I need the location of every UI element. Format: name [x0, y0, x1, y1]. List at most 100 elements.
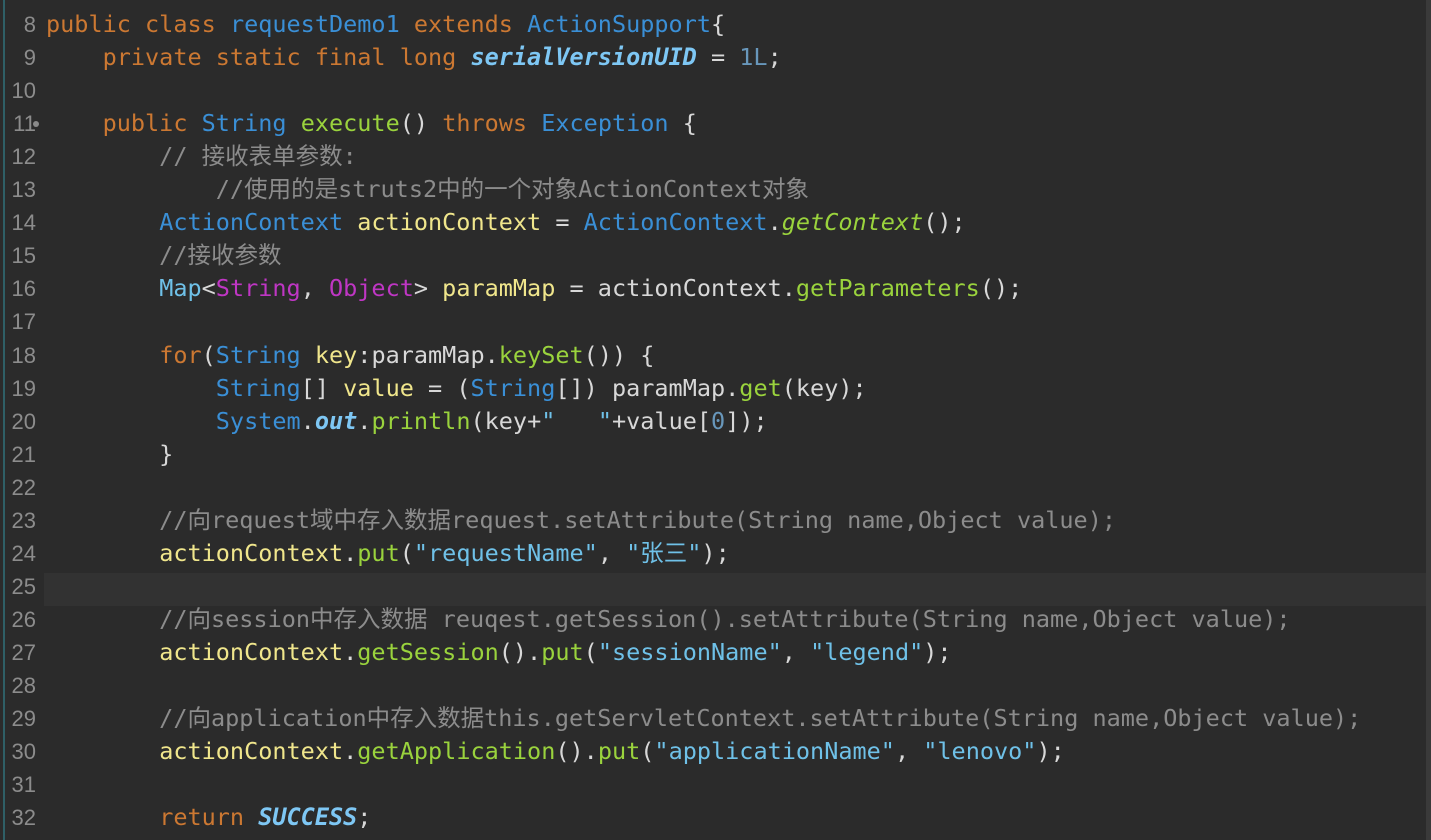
code-token: for — [159, 340, 202, 369]
code-text: Map<String, Object> paramMap = actionCon… — [46, 272, 1022, 305]
code-token: println — [371, 406, 471, 435]
code-token: Map — [159, 274, 202, 303]
line-number: 29 — [11, 706, 36, 732]
code-line[interactable]: 22 — [0, 471, 1431, 504]
code-token: . — [343, 737, 358, 766]
code-line[interactable]: 19 String[] value = (String[]) paramMap.… — [0, 372, 1431, 405]
line-number: 9 — [23, 45, 36, 71]
line-number: 22 — [11, 474, 36, 500]
code-line[interactable]: 29 //向application中存入数据this.getServletCon… — [0, 702, 1431, 735]
line-number: 31 — [11, 772, 36, 798]
code-token: String — [215, 373, 301, 402]
code-line[interactable]: 27 actionContext.getSession().put("sessi… — [0, 636, 1431, 669]
code-token: String — [215, 340, 315, 369]
code-line[interactable]: 17 — [0, 305, 1431, 338]
code-line[interactable]: 24 actionContext.put("requestName", "张三"… — [0, 537, 1431, 570]
code-token: " " — [541, 406, 612, 435]
code-token: public class — [46, 10, 230, 38]
line-number: 12 — [11, 144, 36, 170]
code-token: actionContext — [357, 208, 542, 237]
code-token: return — [159, 803, 259, 832]
code-token: getSession — [357, 637, 499, 666]
code-token: ); — [701, 538, 730, 567]
line-number: 23 — [11, 507, 36, 533]
code-token: put — [597, 737, 641, 766]
code-token: < — [201, 274, 216, 303]
line-number: 15 — [11, 243, 36, 269]
code-token: String — [201, 109, 301, 138]
code-line[interactable]: 8 public class requestDemo1 extends Actio… — [0, 8, 1431, 41]
code-line[interactable]: 10 — [0, 74, 1431, 107]
line-number: 16 — [11, 276, 36, 302]
code-token: key — [314, 340, 358, 369]
code-text: } — [46, 438, 173, 471]
code-token: = ( — [413, 373, 471, 402]
line-number: 26 — [11, 606, 36, 632]
code-token: ActionContext — [583, 208, 768, 237]
code-line[interactable]: 21 } — [0, 438, 1431, 471]
code-token: String — [215, 274, 301, 303]
code-text: //向session中存入数据 reuqest.getSession().set… — [46, 603, 1290, 636]
code-token: ()) { — [583, 340, 655, 369]
code-token: keySet — [498, 340, 584, 369]
code-line[interactable]: 26 //向session中存入数据 reuqest.getSession().… — [0, 603, 1431, 636]
code-token: , — [781, 637, 811, 666]
code-text: // 接收表单参数: — [46, 140, 357, 173]
code-line[interactable]: 16 Map<String, Object> paramMap = action… — [0, 272, 1431, 305]
code-line[interactable]: 20 System.out.println(key+" "+value[0]); — [0, 405, 1431, 438]
code-token: out — [314, 406, 358, 435]
code-line[interactable]: 12 // 接收表单参数: — [0, 140, 1431, 173]
code-line[interactable]: 13 //使用的是struts2中的一个对象ActionContext对象 — [0, 173, 1431, 206]
code-token: (). — [555, 737, 598, 766]
code-token: ); — [923, 637, 952, 666]
code-line[interactable]: 25 — [0, 570, 1431, 603]
code-token: ActionContext — [159, 208, 358, 237]
line-number: 20 — [11, 408, 36, 434]
code-token: } — [46, 439, 174, 468]
code-line[interactable]: 31 — [0, 768, 1431, 801]
code-token: :paramMap. — [357, 340, 499, 369]
code-token: []) paramMap. — [555, 373, 740, 402]
code-token: extends — [413, 10, 528, 38]
code-line[interactable]: 9 private static final long serialVersio… — [0, 41, 1431, 74]
code-token: 0 — [711, 406, 726, 435]
code-text: return SUCCESS; — [46, 801, 371, 834]
code-editor[interactable]: 8 public class requestDemo1 extends Actio… — [0, 0, 1431, 840]
code-token: "legend" — [810, 637, 924, 666]
code-text: //使用的是struts2中的一个对象ActionContext对象 — [46, 173, 809, 206]
code-token: (); — [923, 208, 966, 237]
line-number: 32 — [11, 805, 36, 831]
code-token: SUCCESS — [258, 803, 358, 832]
code-token: //接收参数 — [46, 241, 282, 270]
code-line[interactable]: 23 //向request域中存入数据request.setAttribute(… — [0, 504, 1431, 537]
code-text: System.out.println(key+" "+value[0]); — [46, 405, 768, 438]
code-text: //向application中存入数据this.getServletContex… — [46, 702, 1361, 735]
code-token: getParameters — [795, 274, 980, 303]
code-token: paramMap — [442, 274, 556, 303]
code-token: ( — [640, 737, 655, 766]
line-number: 14 — [11, 210, 36, 236]
code-line[interactable]: 30 actionContext.getApplication().put("a… — [0, 735, 1431, 768]
code-line[interactable]: 28 — [0, 669, 1431, 702]
code-token: . — [343, 637, 358, 666]
code-token: = — [541, 208, 584, 237]
fold-marker-icon[interactable] — [33, 121, 39, 128]
code-text: actionContext.put("requestName", "张三"); — [46, 537, 730, 570]
code-token: ActionSupport — [527, 10, 711, 38]
code-text: //向request域中存入数据request.setAttribute(Str… — [46, 504, 1116, 537]
code-token: (key); — [781, 373, 867, 402]
code-token: // 接收表单参数: — [46, 142, 357, 171]
code-token: Object — [328, 274, 414, 303]
code-line[interactable]: 15 //接收参数 — [0, 239, 1431, 272]
code-token: ( — [583, 637, 598, 666]
code-line[interactable]: 11 public String execute() throws Except… — [0, 107, 1431, 140]
code-line[interactable]: 14 ActionContext actionContext = ActionC… — [0, 206, 1431, 239]
code-line[interactable]: 18 for(String key:paramMap.keySet()) { — [0, 339, 1431, 372]
code-token: get — [739, 373, 782, 402]
code-line[interactable]: 32 return SUCCESS; — [0, 801, 1431, 834]
code-token: (); — [979, 274, 1023, 303]
